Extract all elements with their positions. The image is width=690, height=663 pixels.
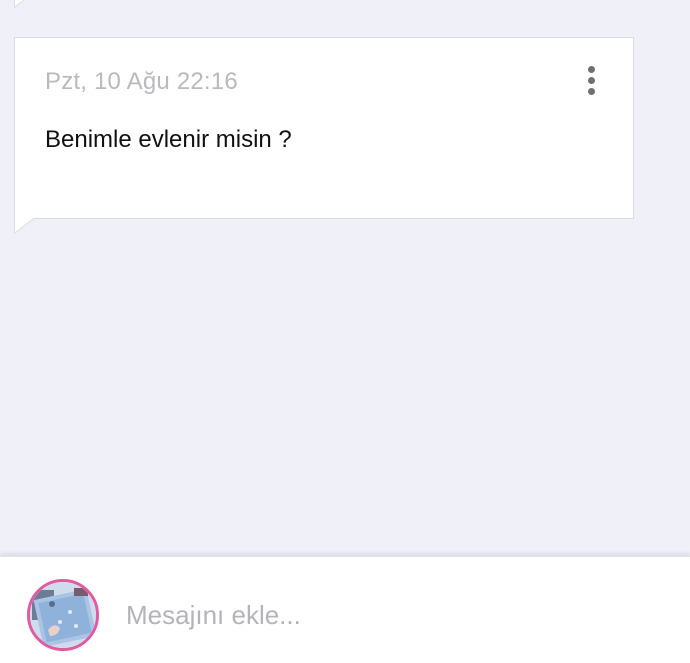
avatar[interactable] [27, 579, 99, 651]
previous-bubble-tail [14, 0, 25, 8]
menu-dot [587, 76, 595, 84]
message-bubble: Pzt, 10 Ağu 22:16 Benimle evlenir misin … [14, 37, 634, 219]
composer-bar [0, 556, 690, 663]
message-text: Benimle evlenir misin ? [45, 126, 292, 153]
menu-dot [587, 65, 595, 73]
message-timestamp: Pzt, 10 Ağu 22:16 [45, 68, 238, 95]
message-input[interactable] [126, 595, 646, 635]
message-bubble-tail [14, 218, 35, 234]
avatar-image [30, 582, 96, 648]
menu-dot [587, 87, 595, 95]
more-vertical-icon[interactable] [579, 62, 603, 98]
